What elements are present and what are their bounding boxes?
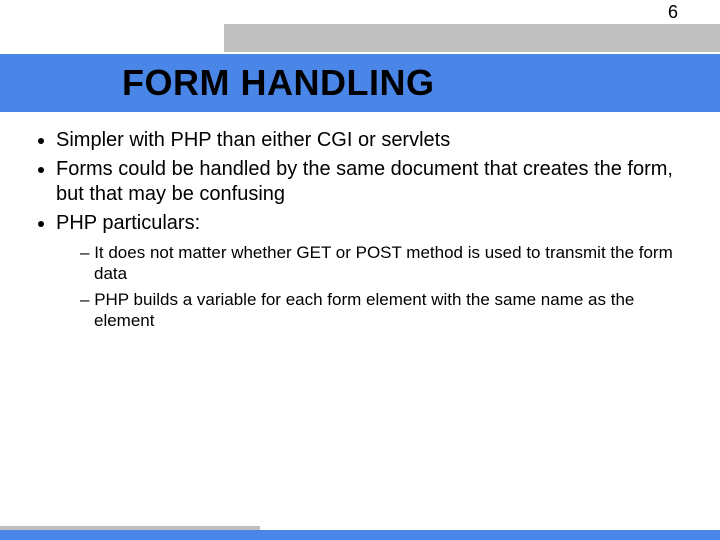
slide-content: Simpler with PHP than either CGI or serv… xyxy=(28,128,692,335)
bullet-item: Forms could be handled by the same docum… xyxy=(56,157,692,207)
slide: 6 FORM HANDLING Simpler with PHP than ei… xyxy=(0,0,720,540)
bullet-text: PHP particulars: xyxy=(56,212,200,234)
page-number: 6 xyxy=(668,2,678,23)
slide-title: FORM HANDLING xyxy=(122,62,434,104)
title-band: FORM HANDLING xyxy=(0,54,720,112)
sub-bullet-item: It does not matter whether GET or POST m… xyxy=(80,242,692,285)
header-grey-bar xyxy=(224,24,720,52)
bullet-item: Simpler with PHP than either CGI or serv… xyxy=(56,128,692,153)
sub-bullet-item: PHP builds a variable for each form elem… xyxy=(80,289,692,332)
bullet-item: PHP particulars: It does not matter whet… xyxy=(56,211,692,331)
footer-bar xyxy=(0,530,720,540)
